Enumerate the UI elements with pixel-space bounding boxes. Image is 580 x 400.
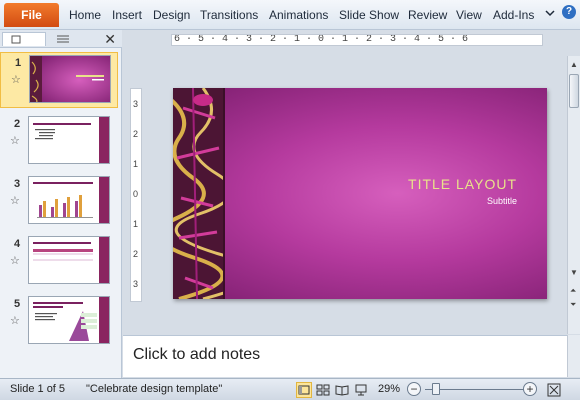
ruler-tick: 2 [133, 129, 139, 139]
slide-title[interactable]: TITLE LAYOUT [408, 176, 517, 192]
star-icon: ☆ [10, 135, 20, 147]
outline-view-tab[interactable] [48, 32, 78, 46]
slide-number: 5 [14, 298, 21, 310]
star-icon: ☆ [10, 195, 20, 207]
slide-canvas[interactable]: TITLE LAYOUT Subtitle [173, 88, 547, 299]
thumbnail-image [28, 176, 110, 224]
thumbnail-image [28, 116, 110, 164]
slides-panel: ✕ 1 ☆ 2 ☆ 3 ☆ 4 ☆ 5 ☆ [0, 30, 122, 378]
slide-number: 2 [14, 118, 21, 130]
slide-sorter-icon[interactable] [315, 382, 331, 398]
slides-view-tab[interactable] [2, 32, 46, 46]
slide-thumbnail-1[interactable]: 1 ☆ [0, 52, 118, 108]
previous-slide-icon[interactable]: ⏶ [570, 286, 576, 296]
file-tab[interactable]: File [4, 3, 59, 27]
ruler-tick: 3 [133, 99, 139, 109]
notes-scrollbar[interactable] [567, 335, 580, 377]
zoom-in-icon[interactable]: + [523, 382, 537, 396]
ruler-tick: 2 [133, 249, 139, 259]
next-slide-icon[interactable]: ⏷ [570, 300, 576, 310]
reading-view-icon[interactable] [334, 382, 350, 398]
thumbnail-image [29, 55, 111, 103]
fit-to-window-icon[interactable] [546, 382, 562, 398]
tab-home[interactable]: Home [69, 8, 101, 22]
normal-view-icon[interactable] [296, 382, 312, 398]
zoom-level[interactable]: 29% [378, 383, 400, 395]
tab-view[interactable]: View [456, 8, 482, 22]
star-icon: ☆ [11, 74, 21, 86]
ribbon-decoration-image [173, 88, 225, 299]
horizontal-ruler: 6 · 5 · 4 · 3 · 2 · 1 · 0 · 1 · 2 · 3 · … [171, 34, 543, 46]
ruler-tick: 1 [133, 159, 139, 169]
question-icon[interactable]: ? [562, 5, 576, 19]
zoom-out-icon[interactable]: − [407, 382, 421, 396]
tab-animations[interactable]: Animations [269, 8, 328, 22]
slide-number: 3 [14, 178, 21, 190]
tab-insert[interactable]: Insert [112, 8, 142, 22]
scroll-down-arrow-icon[interactable]: ▼ [570, 268, 578, 277]
slide-thumbnail-5[interactable]: 5 ☆ [0, 294, 118, 350]
tab-add-ins[interactable]: Add-Ins [493, 8, 534, 22]
ribbon-tab-bar: File Home Insert Design Transitions Anim… [0, 0, 580, 30]
slide-thumbnail-3[interactable]: 3 ☆ [0, 174, 118, 230]
star-icon: ☆ [10, 315, 20, 327]
slide-counter: Slide 1 of 5 [10, 383, 66, 395]
tab-design[interactable]: Design [153, 8, 190, 22]
theme-name[interactable]: "Celebrate design template" [86, 383, 222, 395]
tab-slide-show[interactable]: Slide Show [339, 8, 399, 22]
slide-subtitle[interactable]: Subtitle [487, 196, 517, 206]
notes-placeholder[interactable]: Click to add notes [133, 346, 260, 364]
tab-review[interactable]: Review [408, 8, 447, 22]
slide-number: 1 [15, 57, 22, 69]
scroll-thumb[interactable] [569, 74, 579, 108]
ruler-tick: 0 [133, 189, 139, 199]
slide-thumbnail-4[interactable]: 4 ☆ [0, 234, 118, 290]
ruler-tick: 3 [133, 279, 139, 289]
close-icon[interactable]: ✕ [104, 30, 116, 48]
slide-thumbnail-2[interactable]: 2 ☆ [0, 114, 118, 170]
zoom-slider-track[interactable] [425, 389, 525, 390]
zoom-slider-handle[interactable] [432, 383, 440, 395]
vertical-ruler: 3 2 1 0 1 2 3 [130, 88, 142, 302]
slide-number: 4 [14, 238, 21, 250]
ruler-tick: 1 [133, 219, 139, 229]
panel-tabs: ✕ [0, 30, 122, 48]
thumbnail-image [28, 236, 110, 284]
status-bar: Slide 1 of 5 "Celebrate design template"… [0, 378, 580, 400]
notes-pane[interactable]: Click to add notes [123, 335, 567, 377]
chevron-icon[interactable] [544, 7, 556, 19]
tab-transitions[interactable]: Transitions [200, 8, 258, 22]
vertical-scrollbar[interactable]: ▲ ▼ ⏶ ⏷ [567, 56, 580, 334]
star-icon: ☆ [10, 255, 20, 267]
thumbnail-image [28, 296, 110, 344]
scroll-up-arrow-icon[interactable]: ▲ [570, 60, 578, 69]
slide-show-icon[interactable] [353, 382, 369, 398]
